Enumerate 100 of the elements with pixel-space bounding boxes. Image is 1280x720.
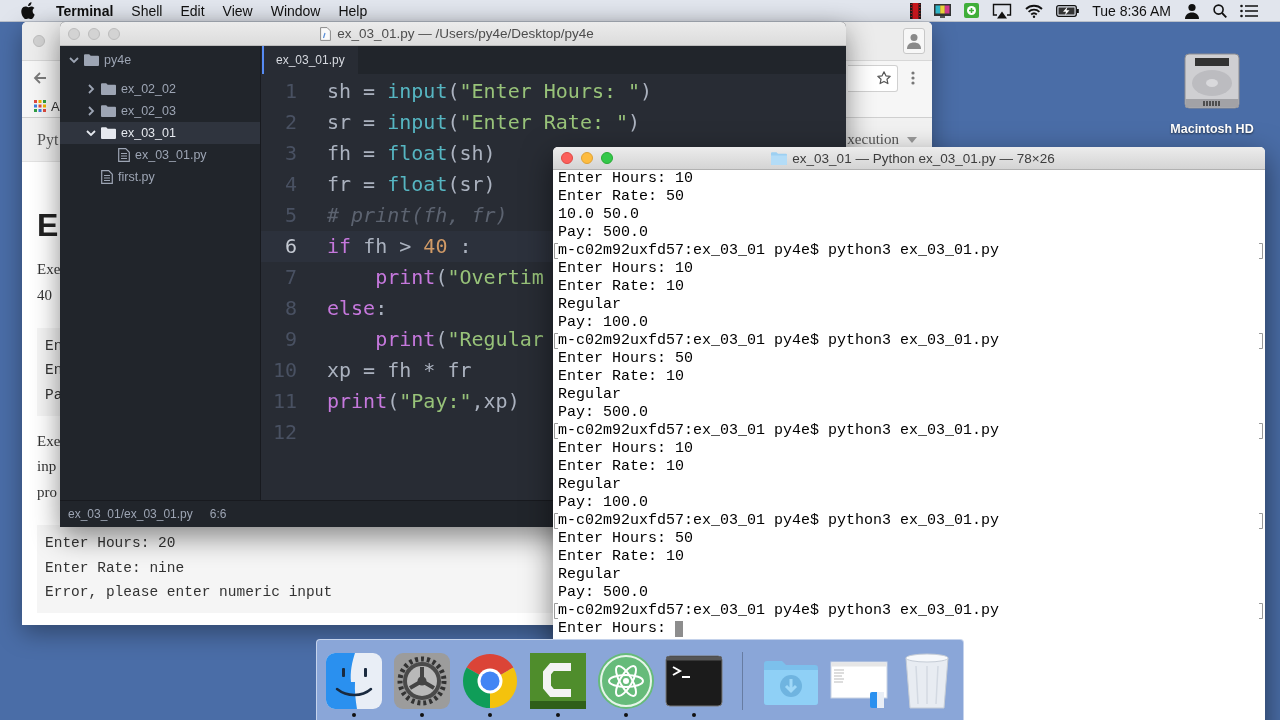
menu-item[interactable]: Shell — [122, 2, 172, 19]
terminal-line: Regular — [558, 476, 621, 494]
menu-item[interactable]: View — [213, 2, 262, 19]
window-title: ex_03_01 — Python ex_03_01.py — 78×26 — [792, 150, 1055, 166]
segmented-circle-icon[interactable] — [461, 652, 519, 710]
drive-label: Macintosh HD — [1170, 122, 1254, 136]
document-icon — [320, 26, 332, 41]
code-text: Error, please enter numeric input — [45, 584, 333, 600]
person-icon — [907, 33, 921, 49]
code-text: Enter Hours: 20 — [45, 535, 176, 552]
terminal-line: Pay: 500.0 — [558, 404, 648, 422]
terminal-line: Pay: 500.0 — [558, 584, 648, 602]
folder-item[interactable]: py4e — [60, 46, 260, 74]
code-line: sr = input("Enter Rate: ") — [327, 110, 641, 134]
line-number: 6 — [284, 234, 297, 258]
window-title: ex_03_01.py — /Users/py4e/Desktop/py4e — [337, 26, 594, 41]
folder-item[interactable]: ex_03_01 — [60, 122, 260, 144]
editor-tab[interactable]: ex_03_01.py — [262, 46, 358, 74]
code-line: print("Pay:",xp) — [327, 389, 520, 413]
folder-item[interactable]: ex_02_03 — [60, 100, 260, 122]
c-shape-icon[interactable] — [529, 652, 587, 710]
terminal-line: Enter Rate: 10 — [558, 548, 685, 566]
file-item[interactable]: first.py — [60, 166, 260, 188]
caret-icon[interactable] — [907, 136, 917, 143]
user-icon[interactable] — [1184, 2, 1200, 19]
code-line: if fh > 40 : — [327, 234, 472, 258]
search-icon[interactable] — [1213, 3, 1227, 18]
folder-icon — [101, 83, 116, 95]
folder-icon — [771, 151, 788, 165]
list-icon[interactable] — [1240, 3, 1258, 18]
terminal-line: Enter Rate: 10 — [558, 368, 685, 386]
film-strip-icon[interactable] — [910, 2, 922, 19]
terminal-line: Enter Hours: 50 — [558, 530, 694, 548]
body-text: Exe — [37, 261, 61, 277]
clock[interactable]: Tue 8:36 AM — [1092, 2, 1171, 19]
terminal-line: m-c02m92uxfd57:ex_03_01 py4e$ python3 ex_03_01.py — [558, 512, 1000, 530]
code-line: print("Overtim — [375, 265, 544, 289]
body-text: Exe — [37, 432, 61, 449]
terminal-line: Pay: 100.0 — [558, 494, 648, 512]
terminal-line: Enter Rate: 10 — [558, 458, 685, 476]
address-field[interactable] — [848, 64, 898, 92]
apple-logo-icon[interactable] — [21, 2, 35, 19]
terminal-line: Pay: 100.0 — [558, 314, 648, 332]
app-menu[interactable]: Terminal — [47, 2, 123, 19]
chevron-right-icon[interactable] — [87, 84, 95, 94]
terminal-line: Pay: 500.0 — [558, 224, 648, 242]
hard-drive-icon[interactable] — [1183, 52, 1241, 110]
profile-button[interactable] — [903, 28, 925, 54]
monitor-icon[interactable] — [934, 3, 952, 18]
airplay-icon[interactable] — [992, 2, 1013, 19]
terminal-icon[interactable] — [665, 652, 723, 710]
code-line: sh = input("Enter Hours: ") — [327, 79, 653, 103]
terminal-line: m-c02m92uxfd57:ex_03_01 py4e$ python3 ex_03_01.py — [558, 332, 1000, 350]
bookmark-button[interactable]: A — [34, 98, 60, 114]
plus-badge-icon[interactable] — [964, 3, 980, 18]
terminal-line: Enter Hours: 50 — [558, 350, 694, 368]
menu-item[interactable]: Help — [329, 2, 377, 19]
folder-item[interactable]: ex_02_02 — [60, 78, 260, 100]
terminal-line: Enter Rate: 50 — [558, 188, 685, 206]
terminal-line: Regular — [558, 296, 621, 314]
code-line: # print(fh, fr) — [327, 203, 508, 227]
code-line: fr = float(sr) — [327, 172, 496, 196]
menu-item[interactable]: Edit — [171, 2, 214, 19]
header-text: Pyt — [37, 130, 59, 149]
terminal-line: Regular — [558, 386, 621, 404]
chevron-down-icon[interactable] — [69, 56, 79, 64]
folder-icon — [84, 54, 99, 66]
code-line: xp = fh * fr — [327, 358, 472, 382]
file-icon — [101, 170, 113, 184]
star-icon[interactable] — [877, 71, 891, 85]
terminal-line: Enter Hours: 10 — [558, 440, 694, 458]
body-text: pro — [37, 483, 57, 500]
folder-icon — [101, 127, 116, 139]
folder-icon — [101, 105, 116, 117]
gear-icon[interactable] — [393, 652, 451, 710]
terminal-line: m-c02m92uxfd57:ex_03_01 py4e$ python3 ex_03_01.py — [558, 422, 1000, 440]
code-line: else: — [327, 296, 388, 320]
back-button[interactable] — [33, 71, 47, 85]
wifi-icon[interactable] — [1025, 3, 1044, 18]
menu-item[interactable]: Window — [261, 2, 330, 19]
file-path-text[interactable]: ex_03_01/ex_03_01.py — [68, 507, 193, 521]
header-text: xecution — [847, 131, 899, 148]
smiley-face-icon[interactable] — [325, 652, 383, 710]
body-text: 40 — [37, 286, 52, 303]
three-dots-icon — [911, 71, 915, 85]
chevron-right-icon[interactable] — [87, 106, 95, 116]
terminal-line: Enter Hours: 10 — [558, 170, 694, 188]
battery-charging-icon[interactable] — [1056, 4, 1080, 17]
code-text: Enter Rate: nine — [45, 559, 185, 576]
terminal-line: Enter Rate: 10 — [558, 278, 685, 296]
terminal-line: Regular — [558, 566, 621, 584]
body-text: inp — [37, 458, 57, 475]
file-item[interactable]: ex_03_01.py — [60, 144, 260, 166]
heading-text: E — [37, 207, 59, 243]
terminal-line: 10.0 50.0 — [558, 206, 639, 224]
terminal-line: m-c02m92uxfd57:ex_03_01 py4e$ python3 ex_03_01.py — [558, 602, 1000, 620]
cursor-position-text[interactable]: 6:6 — [209, 507, 227, 521]
close-button[interactable] — [561, 152, 573, 164]
terminal-line: m-c02m92uxfd57:ex_03_01 py4e$ python3 ex_03_01.py — [558, 242, 1000, 260]
apps-grid-icon — [34, 100, 46, 112]
